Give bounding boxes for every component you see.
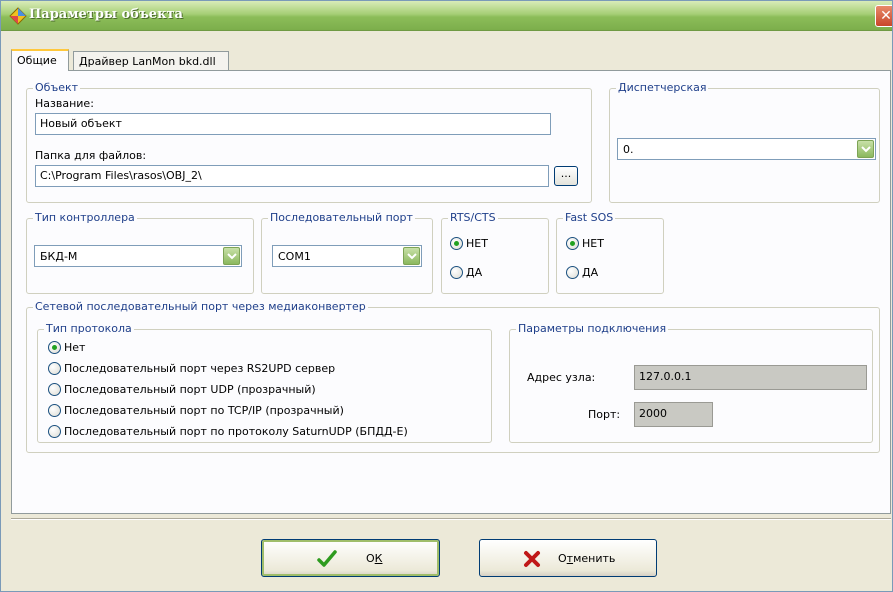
protocol-type-legend: Тип протокола	[44, 322, 134, 335]
folder-path-input[interactable]: C:\Program Files\rasos\OBJ_2\	[35, 165, 549, 187]
object-name-value: Новый объект	[40, 117, 122, 130]
radio-unchecked-icon[interactable]	[48, 383, 61, 396]
controller-type-select[interactable]: БКД-М	[34, 245, 242, 267]
tab-driver[interactable]: Драйвер LanMon bkd.dll	[73, 51, 229, 71]
serial-port-group: Последовательный порт COM1	[261, 211, 433, 294]
chevron-down-icon[interactable]	[403, 247, 420, 265]
address-input[interactable]: 127.0.0.1	[634, 365, 867, 390]
chevron-down-icon[interactable]	[857, 140, 874, 158]
rts-cts-group: RTS/CTS НЕТ ДА	[441, 211, 549, 294]
port-label: Порт:	[588, 408, 621, 421]
name-label: Название:	[35, 97, 94, 110]
close-button[interactable]: ✕	[875, 5, 892, 27]
browse-folder-button[interactable]: ...	[554, 166, 578, 186]
protocol-saturnudp-label: Последовательный порт по протоколу Satur…	[64, 425, 408, 438]
protocol-udp-label: Последовательный порт UDP (прозрачный)	[64, 383, 316, 396]
tab-panel-general: Объект Название: Новый объект Папка для …	[11, 70, 891, 514]
dispatcher-group-legend: Диспетчерская	[616, 81, 709, 94]
cancel-button[interactable]: Отменить	[479, 539, 657, 577]
browse-button-label: ...	[560, 167, 572, 180]
protocol-rs2upd-label: Последовательный порт через RS2UPD серве…	[64, 362, 336, 375]
folder-label: Папка для файлов:	[35, 149, 147, 162]
tab-general[interactable]: Общие	[11, 49, 69, 71]
connection-params-legend: Параметры подключения	[516, 322, 669, 335]
rts-cts-legend: RTS/CTS	[448, 211, 498, 224]
network-serial-legend: Сетевой последовательный порт через меди…	[33, 300, 368, 313]
dispatcher-select[interactable]: 0.	[617, 138, 876, 160]
protocol-tcpip-label: Последовательный порт по TCP/IP (прозрач…	[64, 404, 344, 417]
address-label: Адрес узла:	[527, 371, 596, 384]
fast-sos-legend: Fast SOS	[563, 211, 616, 224]
tab-driver-label: Драйвер LanMon bkd.dll	[79, 55, 216, 68]
object-name-input[interactable]: Новый объект	[35, 113, 551, 135]
rts-cts-yes-label: ДА	[466, 266, 483, 279]
radio-unchecked-icon[interactable]	[450, 266, 463, 279]
ok-button-label: ОК	[366, 552, 383, 565]
cancel-button-label: Отменить	[558, 552, 616, 565]
fast-sos-group: Fast SOS НЕТ ДА	[556, 211, 664, 294]
controller-type-legend: Тип контроллера	[33, 211, 137, 224]
dispatcher-group: Диспетчерская 0.	[609, 81, 880, 203]
address-value: 127.0.0.1	[639, 370, 692, 383]
cancel-x-icon	[524, 551, 540, 567]
radio-unchecked-icon[interactable]	[48, 425, 61, 438]
fast-sos-no-label: НЕТ	[582, 237, 604, 250]
fast-sos-yes-label: ДА	[582, 266, 599, 279]
radio-unchecked-icon[interactable]	[48, 404, 61, 417]
controller-type-value: БКД-М	[40, 250, 78, 263]
close-icon: ✕	[880, 8, 892, 24]
radio-checked-icon[interactable]	[48, 341, 61, 354]
port-input[interactable]: 2000	[634, 402, 713, 427]
serial-port-value: COM1	[278, 250, 311, 263]
app-diamond-icon	[9, 7, 27, 25]
checkmark-icon	[317, 550, 337, 567]
serial-port-legend: Последовательный порт	[268, 211, 415, 224]
protocol-type-group: Тип протокола Нет Последовательный порт …	[37, 322, 492, 443]
footer-divider	[11, 518, 891, 520]
radio-unchecked-icon[interactable]	[566, 266, 579, 279]
dispatcher-select-value: 0.	[623, 143, 634, 156]
object-group-legend: Объект	[33, 81, 81, 94]
window-title: Параметры объекта	[29, 7, 183, 22]
radio-checked-icon[interactable]	[566, 237, 579, 250]
folder-path-value: C:\Program Files\rasos\OBJ_2\	[40, 169, 202, 182]
radio-unchecked-icon[interactable]	[48, 362, 61, 375]
rts-cts-no-label: НЕТ	[466, 237, 488, 250]
connection-params-group: Параметры подключения Адрес узла: 127.0.…	[509, 322, 873, 443]
radio-checked-icon[interactable]	[450, 237, 463, 250]
controller-type-group: Тип контроллера БКД-М	[26, 211, 254, 294]
tab-general-label: Общие	[17, 54, 57, 67]
title-bar[interactable]: Параметры объекта ✕	[1, 1, 892, 31]
protocol-none-label: Нет	[64, 341, 86, 354]
chevron-down-icon[interactable]	[223, 247, 240, 265]
object-group: Объект Название: Новый объект Папка для …	[26, 81, 592, 203]
network-serial-group: Сетевой последовательный порт через меди…	[26, 300, 880, 453]
dialog-window: Параметры объекта ✕ Общие Драйвер LanMon…	[0, 0, 893, 592]
port-value: 2000	[639, 407, 667, 420]
serial-port-select[interactable]: COM1	[272, 245, 422, 267]
ok-button[interactable]: ОК	[261, 539, 440, 577]
